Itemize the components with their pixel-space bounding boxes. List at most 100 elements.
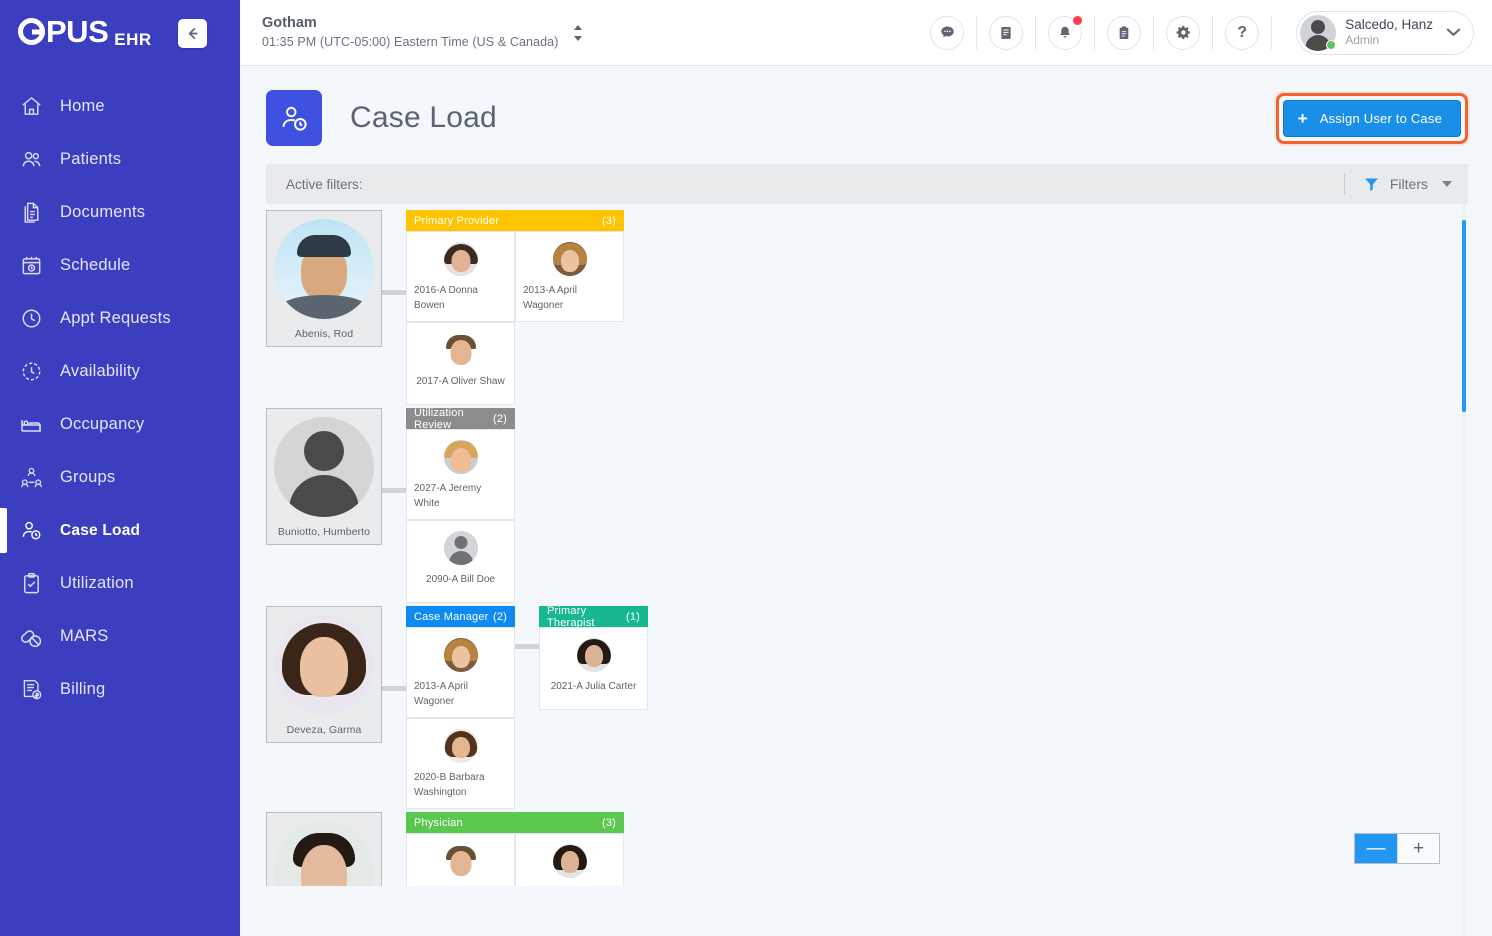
main-area: Gotham 01:35 PM (UTC-05:00) Eastern Time… bbox=[240, 0, 1492, 936]
sidebar-item-availability[interactable]: Availability bbox=[0, 345, 240, 398]
role-group-count: (1) bbox=[625, 610, 640, 623]
active-filters-label: Active filters: bbox=[286, 176, 363, 192]
photo-female-dark bbox=[443, 242, 478, 276]
photo-female-blonde bbox=[443, 638, 478, 672]
zoom-out-button[interactable]: — bbox=[1355, 834, 1397, 863]
role-group-count: (2) bbox=[492, 412, 507, 425]
patient-photo bbox=[274, 219, 374, 319]
facility-selector[interactable]: Gotham 01:35 PM (UTC-05:00) Eastern Time… bbox=[240, 14, 558, 51]
group-column: Utilization Review (2) 2027-A Jeremy Whi… bbox=[406, 407, 515, 603]
patient-card[interactable]: Abenis, Rod bbox=[266, 210, 382, 347]
user-name: Salcedo, Hanz bbox=[1345, 16, 1433, 32]
sidebar-item-occupancy[interactable]: Occupancy bbox=[0, 398, 240, 451]
notifications-button[interactable] bbox=[1048, 14, 1084, 50]
help-button[interactable]: ? bbox=[1225, 15, 1260, 50]
user-node[interactable]: 2027-A Jeremy White bbox=[406, 429, 515, 520]
patient-name: Deveza, Garma bbox=[286, 724, 362, 736]
canvas-scrollbar-track[interactable] bbox=[1462, 204, 1466, 936]
role-group-count: (2) bbox=[492, 610, 507, 623]
sort-updown-icon bbox=[574, 24, 583, 41]
sidebar-item-label: Utilization bbox=[60, 574, 134, 592]
user-label: 2013-A April Wagoner bbox=[523, 285, 577, 311]
tasks-button[interactable] bbox=[1107, 15, 1142, 50]
chat-button[interactable] bbox=[930, 15, 965, 50]
assign-user-to-case-button[interactable]: + Assign User to Case bbox=[1282, 99, 1461, 137]
user-node[interactable]: 2020-B Barbara Washington bbox=[406, 718, 515, 809]
assign-user-label: Assign User to Case bbox=[1319, 110, 1442, 126]
clipboard-icon bbox=[1119, 25, 1129, 39]
user-photo bbox=[443, 242, 478, 276]
patient-card[interactable]: Buniotto, Humberto bbox=[266, 408, 382, 545]
users-icon bbox=[18, 147, 44, 173]
zoom-out-label: — bbox=[1366, 837, 1386, 859]
sidebar-item-home[interactable]: Home bbox=[0, 80, 240, 133]
user-photo bbox=[443, 531, 478, 565]
user-node[interactable]: 2016-A Donna Bowen bbox=[406, 231, 515, 322]
user-node[interactable]: 2021-A Julia Carter bbox=[539, 627, 648, 710]
sidebar-item-label: Groups bbox=[60, 468, 116, 486]
group-column: Primary Therapist (1) 2021-A Julia Carte… bbox=[539, 605, 648, 710]
patient-photo bbox=[274, 615, 374, 715]
user-photo bbox=[552, 242, 587, 276]
photo-female-brunette bbox=[443, 729, 478, 763]
role-group-header: Primary Therapist (1) bbox=[539, 605, 648, 629]
user-node[interactable]: 2013-A April Wagoner bbox=[406, 627, 515, 718]
caseload-canvas[interactable]: Abenis, Rod Primary Provider (3) 2016-A … bbox=[266, 204, 1492, 936]
user-photo bbox=[443, 729, 478, 763]
canvas-scrollbar-thumb[interactable] bbox=[1462, 220, 1466, 412]
settings-button[interactable] bbox=[1166, 15, 1201, 50]
user-label: 2027-A Jeremy White bbox=[414, 483, 482, 509]
zoom-in-button[interactable]: + bbox=[1397, 834, 1439, 863]
page-header: Case Load + Assign User to Case bbox=[240, 66, 1492, 152]
notes-button[interactable] bbox=[989, 15, 1024, 50]
sidebar-item-groups[interactable]: Groups bbox=[0, 451, 240, 504]
chat-icon bbox=[940, 26, 954, 38]
topbar-icon-cell bbox=[918, 15, 978, 50]
patient-card[interactable]: Deveza, Garma bbox=[266, 606, 382, 743]
app-root: PUS EHR Home Patients Documents Schedule… bbox=[0, 0, 1492, 936]
online-status-dot bbox=[1326, 39, 1337, 50]
user-menu[interactable]: Salcedo, Hanz Admin bbox=[1296, 10, 1474, 55]
user-clock-icon bbox=[18, 518, 44, 544]
user-label: 2020-B Barbara Washington bbox=[414, 772, 485, 798]
user-node[interactable]: 2013-A April Wagoner bbox=[515, 231, 624, 322]
notification-badge bbox=[1072, 14, 1084, 26]
sidebar-item-case-load[interactable]: Case Load bbox=[0, 504, 240, 557]
sidebar-item-billing[interactable]: Billing bbox=[0, 663, 240, 716]
photo-male-cap bbox=[274, 219, 374, 319]
canvas-bottom-mask bbox=[266, 886, 1492, 936]
photo-female-brunette bbox=[274, 615, 374, 715]
sidebar-item-utilization[interactable]: Utilization bbox=[0, 557, 240, 610]
caseload-tree: Abenis, Rod Primary Provider (3) 2016-A … bbox=[266, 210, 648, 936]
user-photo bbox=[443, 844, 478, 878]
clock-icon bbox=[18, 306, 44, 332]
sidebar-collapse-button[interactable] bbox=[177, 18, 207, 48]
user-role: Admin bbox=[1345, 33, 1380, 48]
sidebar-item-patients[interactable]: Patients bbox=[0, 133, 240, 186]
user-label: 2017-A Oliver Shaw bbox=[416, 376, 505, 387]
gear-icon bbox=[1176, 25, 1190, 40]
role-group-body: 2021-A Julia Carter bbox=[539, 627, 648, 710]
facility-switch-button[interactable] bbox=[572, 23, 584, 43]
role-group-count: (3) bbox=[601, 816, 616, 829]
sidebar-item-schedule[interactable]: Schedule bbox=[0, 239, 240, 292]
filters-button[interactable]: Filters bbox=[1343, 173, 1452, 195]
avatar-wrap bbox=[1300, 14, 1337, 51]
tree-connector bbox=[382, 686, 406, 691]
funnel-icon bbox=[1365, 178, 1378, 191]
clipboard-check-icon bbox=[18, 571, 44, 597]
user-node[interactable]: 2017-A Oliver Shaw bbox=[406, 322, 515, 405]
help-icon: ? bbox=[1237, 23, 1248, 41]
role-group-header: Primary Provider (3) bbox=[406, 210, 624, 231]
user-label: 2013-A April Wagoner bbox=[414, 681, 468, 707]
user-label: 2021-A Julia Carter bbox=[550, 681, 637, 692]
sidebar-item-appt-requests[interactable]: Appt Requests bbox=[0, 292, 240, 345]
sidebar-item-documents[interactable]: Documents bbox=[0, 186, 240, 239]
user-node[interactable]: 2090-A Bill Doe bbox=[406, 520, 515, 603]
sidebar-item-label: Documents bbox=[60, 203, 146, 221]
role-group-header: Utilization Review (2) bbox=[406, 407, 515, 431]
sidebar-item-mars[interactable]: MARS bbox=[0, 610, 240, 663]
user-photo bbox=[552, 844, 587, 878]
assign-user-highlight: + Assign User to Case bbox=[1275, 92, 1468, 144]
user-photo bbox=[443, 638, 478, 672]
